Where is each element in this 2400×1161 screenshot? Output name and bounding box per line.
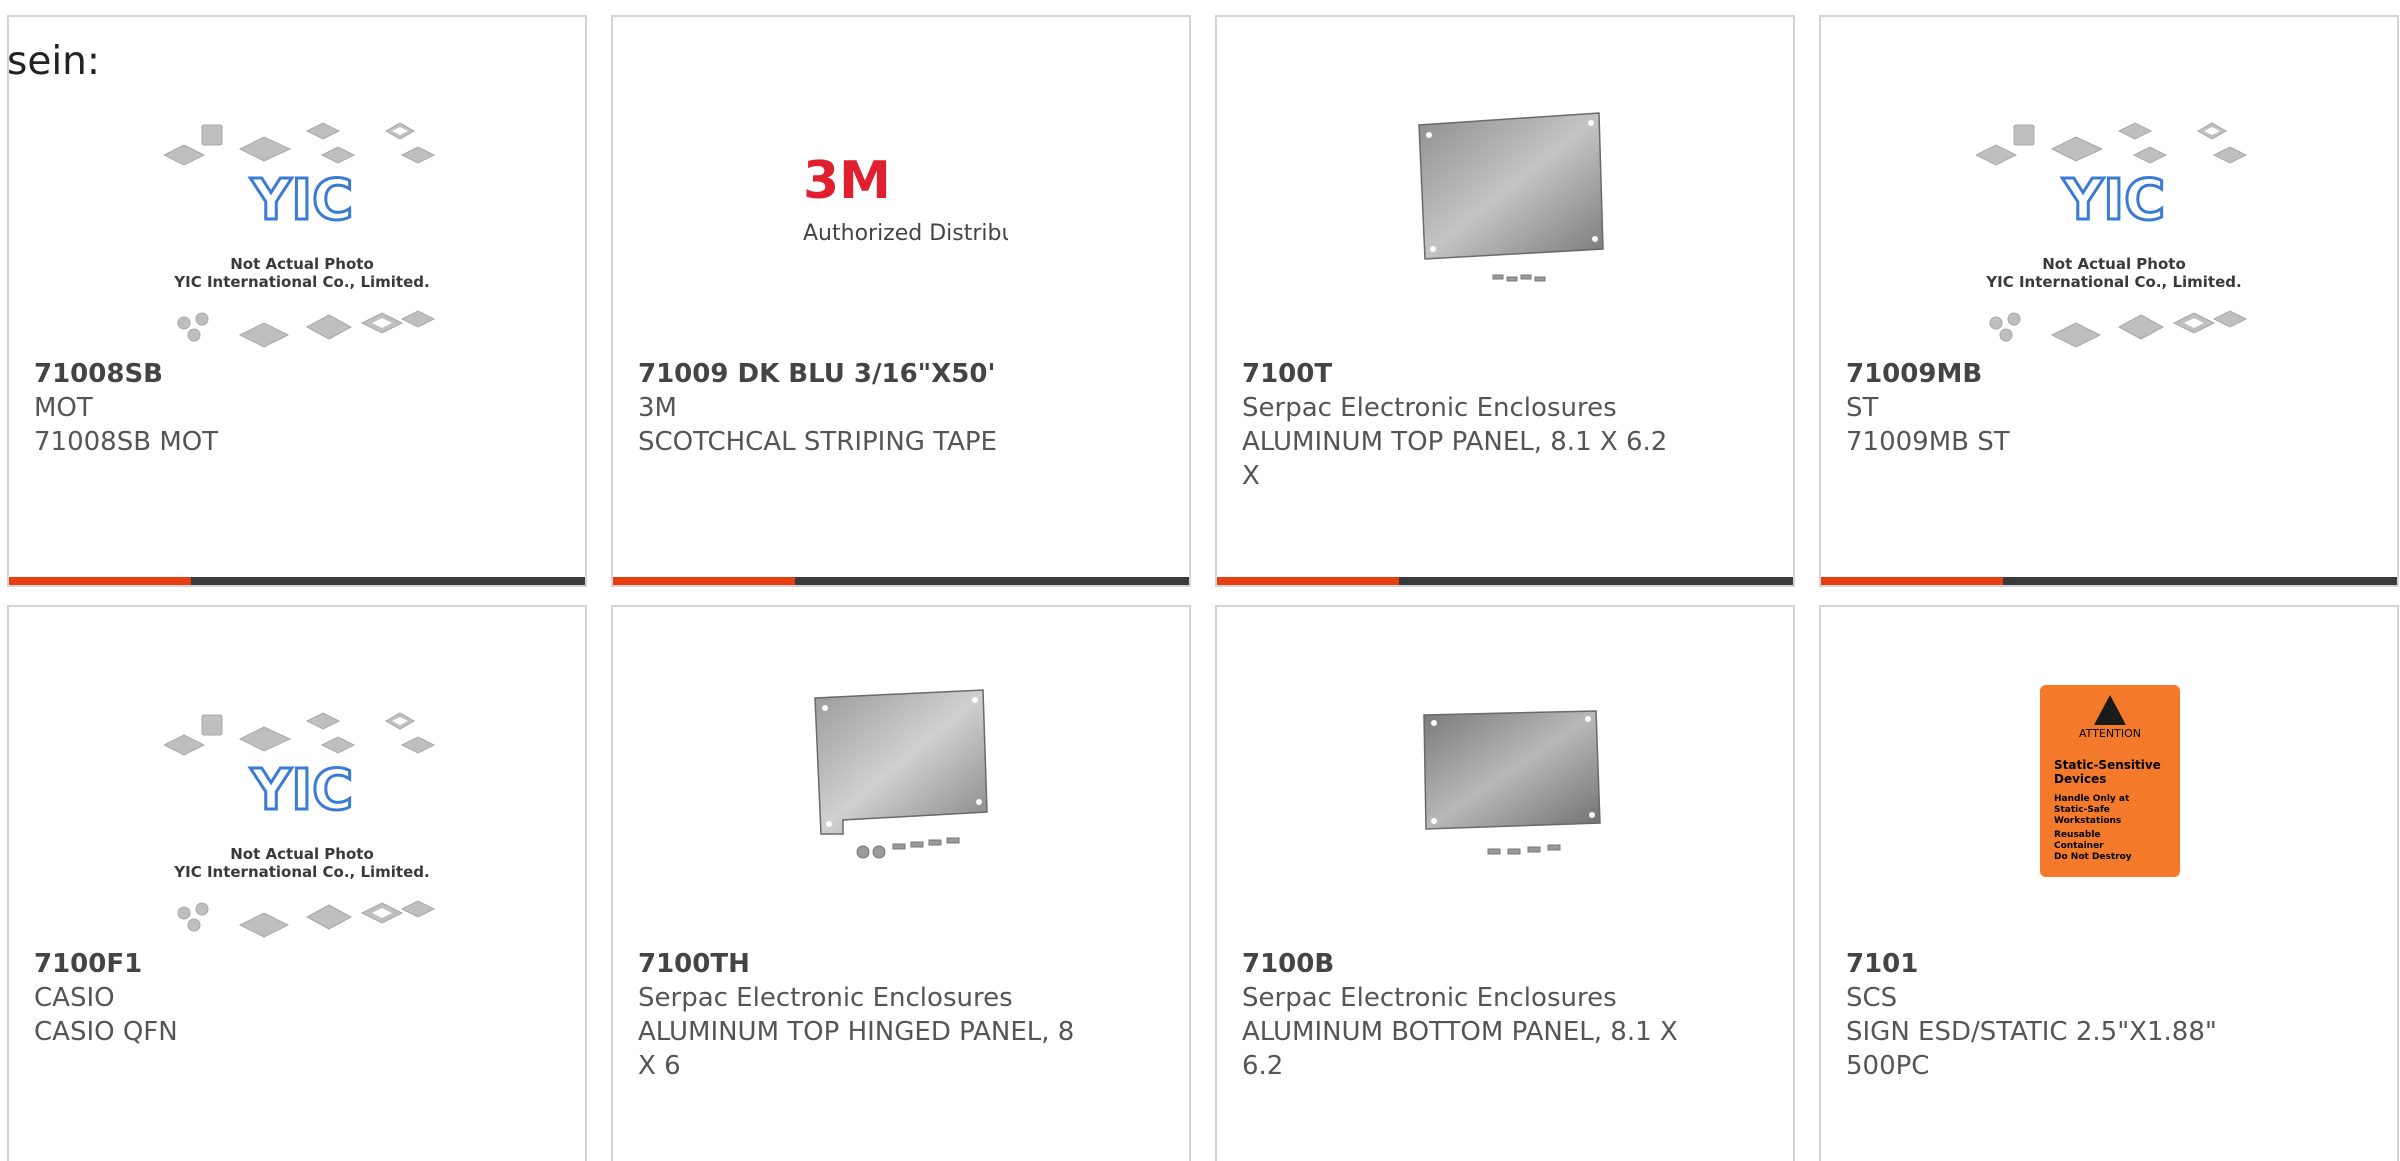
- product-details: 71009 DK BLU 3/16"X50' 3M SCOTCHCAL STRI…: [638, 357, 1078, 459]
- manufacturer: Serpac Electronic Enclosures: [1242, 983, 1617, 1013]
- description: SIGN ESD/STATIC 2.5"X1.88" 500PC: [1846, 1017, 2217, 1081]
- svg-text:ATTENTION: ATTENTION: [2079, 727, 2141, 740]
- svg-text:Reusable: Reusable: [2054, 830, 2101, 840]
- svg-text:YIC: YIC: [250, 758, 353, 823]
- product-details: 71009MB ST 71009MB ST: [1846, 357, 2286, 459]
- product-image[interactable]: YIC Not Actual Photo YIC International C…: [1821, 17, 2397, 352]
- product-image[interactable]: [1217, 17, 1793, 352]
- card-bottom-bar-accent: [9, 577, 191, 585]
- product-image[interactable]: 3M Authorized Distributor: [613, 17, 1189, 352]
- product-image[interactable]: [1217, 607, 1793, 942]
- esd-sign-image: ATTENTION Static-Sensitive Devices Handl…: [2040, 685, 2180, 877]
- yic-placeholder-image: YIC Not Actual Photo YIC International C…: [164, 122, 436, 348]
- description: ALUMINUM BOTTOM PANEL, 8.1 X 6.2: [1242, 1017, 1678, 1081]
- part-number[interactable]: 7100F1: [34, 947, 474, 981]
- aluminum-panel-image: [1423, 710, 1601, 855]
- card-bottom-bar-accent: [1821, 577, 2003, 585]
- part-number[interactable]: 7100T: [1242, 357, 1682, 391]
- card-bottom-bar: [1821, 577, 2397, 585]
- svg-text:Handle Only at: Handle Only at: [2054, 794, 2130, 804]
- part-number[interactable]: 7100TH: [638, 947, 1078, 981]
- svg-text:Not Actual Photo: Not Actual Photo: [230, 845, 374, 863]
- manufacturer: ST: [1846, 393, 1879, 423]
- product-details: 71008SB MOT 71008SB MOT: [34, 357, 474, 459]
- svg-text:YIC International Co., Limited: YIC International Co., Limited.: [1985, 273, 2241, 291]
- card-bottom-bar-accent: [1217, 577, 1399, 585]
- description: 71009MB ST: [1846, 427, 2010, 457]
- product-image[interactable]: ATTENTION Static-Sensitive Devices Handl…: [1821, 607, 2397, 942]
- description: SCOTCHCAL STRIPING TAPE: [638, 427, 997, 457]
- product-image[interactable]: YIC Not Actual Photo YIC International C…: [9, 607, 585, 942]
- description: CASIO QFN: [34, 1017, 178, 1047]
- product-card[interactable]: YIC Not Actual Photo YIC International C…: [7, 605, 587, 1161]
- product-grid-page: sein: YIC Not Actual Photo YIC Internati…: [0, 0, 2400, 1161]
- product-details: 7100TH Serpac Electronic Enclosures ALUM…: [638, 947, 1078, 1083]
- description: ALUMINUM TOP HINGED PANEL, 8 X 6: [638, 1017, 1075, 1081]
- manufacturer: SCS: [1846, 983, 1898, 1013]
- manufacturer: Serpac Electronic Enclosures: [1242, 393, 1617, 423]
- svg-text:Do Not Destroy: Do Not Destroy: [2054, 852, 2132, 862]
- hinged-aluminum-panel-image: [814, 689, 988, 859]
- part-number[interactable]: 7100B: [1242, 947, 1682, 981]
- product-card[interactable]: YIC Not Actual Photo YIC International C…: [1819, 15, 2399, 587]
- product-card[interactable]: 7100T Serpac Electronic Enclosures ALUMI…: [1215, 15, 1795, 587]
- svg-text:YIC: YIC: [250, 168, 353, 233]
- aluminum-panel-image: [1418, 112, 1604, 282]
- description: ALUMINUM TOP PANEL, 8.1 X 6.2 X: [1242, 427, 1668, 491]
- product-details: 7100F1 CASIO CASIO QFN: [34, 947, 474, 1049]
- svg-text:3M: 3M: [803, 151, 891, 211]
- description: 71008SB MOT: [34, 427, 219, 457]
- product-image[interactable]: [613, 607, 1189, 942]
- part-number[interactable]: 71008SB: [34, 357, 474, 391]
- product-card[interactable]: 7100B Serpac Electronic Enclosures ALUMI…: [1215, 605, 1795, 1161]
- product-card[interactable]: 3M Authorized Distributor 71009 DK BLU 3…: [611, 15, 1191, 587]
- yic-placeholder-image: YIC Not Actual Photo YIC International C…: [164, 712, 436, 938]
- svg-text:Workstations: Workstations: [2054, 816, 2121, 826]
- manufacturer: CASIO: [34, 983, 115, 1013]
- svg-text:YIC: YIC: [2062, 168, 2165, 233]
- card-bottom-bar: [1217, 577, 1793, 585]
- svg-text:YIC International Co., Limited: YIC International Co., Limited.: [173, 863, 429, 881]
- part-number[interactable]: 71009MB: [1846, 357, 2286, 391]
- card-bottom-bar: [9, 577, 585, 585]
- 3m-logo-image: 3M Authorized Distributor: [803, 151, 1008, 246]
- product-card[interactable]: 7100TH Serpac Electronic Enclosures ALUM…: [611, 605, 1191, 1161]
- product-card[interactable]: ATTENTION Static-Sensitive Devices Handl…: [1819, 605, 2399, 1161]
- product-details: 7100B Serpac Electronic Enclosures ALUMI…: [1242, 947, 1682, 1083]
- svg-text:Container: Container: [2054, 841, 2104, 851]
- heading-fragment: sein:: [7, 39, 101, 84]
- svg-text:Authorized Distributor: Authorized Distributor: [803, 221, 1008, 246]
- manufacturer: Serpac Electronic Enclosures: [638, 983, 1013, 1013]
- part-number[interactable]: 7101: [1846, 947, 2286, 981]
- product-details: 7101 SCS SIGN ESD/STATIC 2.5"X1.88" 500P…: [1846, 947, 2286, 1083]
- svg-text:Static-Sensitive: Static-Sensitive: [2054, 758, 2161, 772]
- product-details: 7100T Serpac Electronic Enclosures ALUMI…: [1242, 357, 1682, 493]
- card-bottom-bar-accent: [613, 577, 795, 585]
- card-bottom-bar: [613, 577, 1189, 585]
- yic-placeholder-image: YIC Not Actual Photo YIC International C…: [1976, 122, 2248, 348]
- svg-text:Not Actual Photo: Not Actual Photo: [2042, 255, 2186, 273]
- svg-text:Devices: Devices: [2054, 772, 2106, 786]
- manufacturer: 3M: [638, 393, 677, 423]
- part-number[interactable]: 71009 DK BLU 3/16"X50': [638, 357, 1078, 391]
- svg-text:Static-Safe: Static-Safe: [2054, 805, 2110, 815]
- svg-text:Not Actual Photo: Not Actual Photo: [230, 255, 374, 273]
- svg-text:YIC International Co., Limited: YIC International Co., Limited.: [173, 273, 429, 291]
- manufacturer: MOT: [34, 393, 93, 423]
- product-card[interactable]: YIC Not Actual Photo YIC International C…: [7, 15, 587, 587]
